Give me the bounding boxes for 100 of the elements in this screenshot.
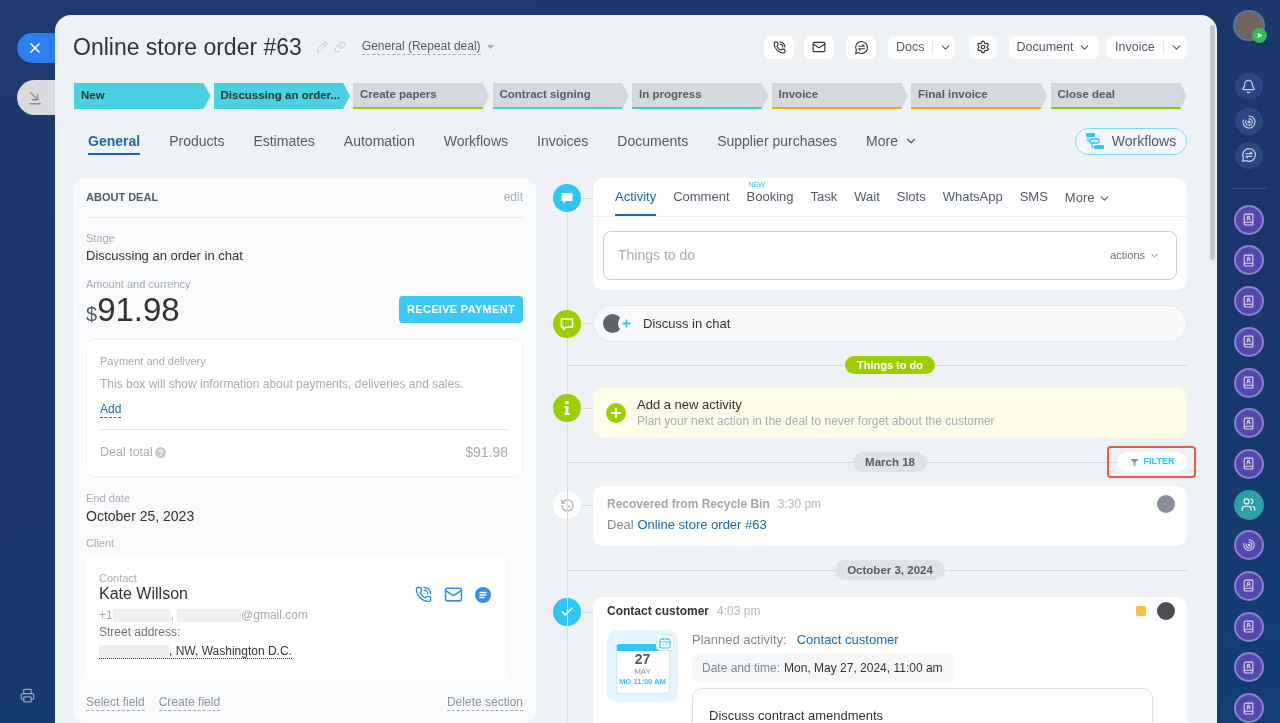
invoice-button[interactable]: Invoice: [1107, 35, 1163, 59]
contact-book-icon[interactable]: [1233, 408, 1264, 439]
spiral-glyph-icon[interactable]: [1240, 113, 1257, 130]
phone-icon[interactable]: [772, 40, 786, 54]
actions-dropdown[interactable]: actions: [1110, 247, 1160, 264]
contact-book-icon[interactable]: [1233, 570, 1264, 601]
stage-step[interactable]: Close deal: [1050, 83, 1187, 109]
contact-book-icon[interactable]: [1233, 286, 1264, 317]
activity-link[interactable]: Contact customer: [796, 630, 899, 650]
filter-icon[interactable]: [1129, 457, 1139, 467]
editor-tab[interactable]: SMS: [1019, 178, 1048, 216]
calendar-day: 27: [634, 652, 651, 667]
contact-name: Kate Willson: [99, 585, 189, 603]
section-heading: ABOUT DEAL: [86, 190, 159, 204]
entry-title: Recovered from Recycle Bin: [607, 496, 770, 513]
add-icon[interactable]: [618, 315, 635, 332]
spiral-icon[interactable]: [1234, 108, 1263, 136]
contact-book-icon[interactable]: [1233, 652, 1264, 683]
close-icon[interactable]: [27, 40, 43, 56]
people-icon[interactable]: [1233, 489, 1264, 520]
mail-icon[interactable]: [812, 40, 826, 54]
chat-button[interactable]: [846, 35, 876, 59]
workflows-button[interactable]: Workflows: [1075, 127, 1187, 155]
phone-text: +1: [99, 607, 113, 624]
invoice-split-button[interactable]: Invoice: [1107, 35, 1187, 59]
field-label: Client: [86, 536, 116, 550]
entry-time: 4:03 pm: [717, 603, 761, 620]
bell-icon[interactable]: [1234, 72, 1263, 100]
new-activity-card[interactable]: Add a new activity Plan your next action in the deal to never forget about the customer: [593, 388, 1187, 438]
chat-icon[interactable]: [1234, 142, 1263, 169]
contact-book-icon[interactable]: [1233, 693, 1264, 723]
calendar-month: MAY: [634, 667, 651, 677]
chat-card[interactable]: Discuss in chat: [593, 305, 1187, 342]
stage-step[interactable]: Discussing an order...: [213, 83, 350, 109]
field-label: Stage: [86, 231, 116, 245]
editor-tab[interactable]: Activity: [615, 178, 657, 216]
page-tab[interactable]: Estimates: [253, 127, 315, 155]
printer-icon[interactable]: [20, 688, 35, 703]
contact-book-icon[interactable]: [1233, 326, 1264, 357]
chat-icon[interactable]: [475, 586, 491, 603]
stage-step[interactable]: Create papers: [353, 83, 490, 109]
activity-input[interactable]: Things to do actions: [603, 231, 1177, 280]
page-tab[interactable]: Documents: [617, 127, 689, 155]
play-badge-icon: [1251, 27, 1267, 43]
stage-step[interactable]: Invoice: [771, 83, 908, 109]
user-avatar[interactable]: [1232, 10, 1265, 41]
call-button[interactable]: [764, 35, 794, 59]
card-hint: Plan your next action in the deal to never forget about the customer: [637, 413, 995, 429]
close-button[interactable]: [17, 33, 55, 63]
document-button[interactable]: Document: [1009, 35, 1099, 59]
field-label: Contact: [99, 572, 138, 585]
editor-tab[interactable]: Task: [810, 178, 838, 216]
page-tab[interactable]: Invoices: [537, 127, 589, 155]
editor-tab[interactable]: WhatsApp: [942, 178, 1003, 216]
amount-value: $91.98: [86, 292, 180, 326]
page-tab[interactable]: Supplier purchases: [717, 127, 838, 155]
entry-time: 3:30 pm: [777, 496, 822, 513]
stage-step[interactable]: Final invoice: [911, 83, 1048, 109]
page-tab[interactable]: General: [88, 127, 141, 155]
deal-link[interactable]: Online store order #63: [637, 517, 767, 532]
editor-tab[interactable]: Wait: [854, 178, 880, 216]
info-icon: [553, 394, 581, 422]
contact-book-icon[interactable]: [1233, 448, 1264, 479]
payment-hint: This box will show information about payments, deliveries and sales.: [100, 376, 465, 392]
settings-icon[interactable]: [976, 40, 990, 54]
spiral-glyph-icon[interactable]: [1241, 538, 1256, 553]
category-dropdown[interactable]: General (Repeat deal): [361, 39, 494, 55]
more-tab[interactable]: More: [866, 127, 918, 155]
email-button[interactable]: [804, 35, 834, 59]
contact-book-icon[interactable]: [1233, 611, 1264, 642]
page-tab[interactable]: Automation: [343, 127, 415, 155]
page-tab[interactable]: Workflows: [443, 127, 508, 155]
settings-button[interactable]: [969, 35, 997, 59]
avatar: [1157, 602, 1175, 620]
docs-split-button[interactable]: Docs: [888, 35, 955, 59]
contact-book-icon[interactable]: [1233, 245, 1264, 276]
status-badge: Things to do: [845, 356, 935, 374]
contact-book-icon[interactable]: [1233, 367, 1264, 398]
description-text: Discuss contract amendments: [709, 708, 884, 723]
collapse-button[interactable]: [17, 80, 55, 115]
spiral-icon[interactable]: [1233, 530, 1264, 561]
add-link[interactable]: Add: [100, 402, 122, 418]
stage-step[interactable]: New: [74, 83, 211, 109]
field-label: Street address:: [99, 624, 182, 640]
field-value: Discussing an order in chat: [86, 248, 244, 264]
more-tab[interactable]: More: [1064, 178, 1112, 216]
address-text[interactable]: , NW, Washington D.C.: [169, 641, 292, 660]
editor-tab[interactable]: Slots: [896, 178, 926, 216]
avatar: [1157, 495, 1175, 513]
history-icon: [553, 491, 581, 519]
scrollbar-thumb[interactable]: [1210, 25, 1215, 260]
contact-book-icon[interactable]: [1233, 204, 1264, 235]
stage-step[interactable]: Contract signing: [492, 83, 629, 109]
field-label: Amount and currency: [86, 277, 192, 291]
page-tab[interactable]: Products: [169, 127, 225, 155]
docs-button[interactable]: Docs: [888, 35, 933, 59]
chat-arrows-icon[interactable]: [853, 39, 869, 55]
square-marker-icon: [1136, 606, 1146, 616]
stage-step[interactable]: In progress: [632, 83, 769, 109]
editor-tab[interactable]: Comment: [673, 178, 730, 216]
